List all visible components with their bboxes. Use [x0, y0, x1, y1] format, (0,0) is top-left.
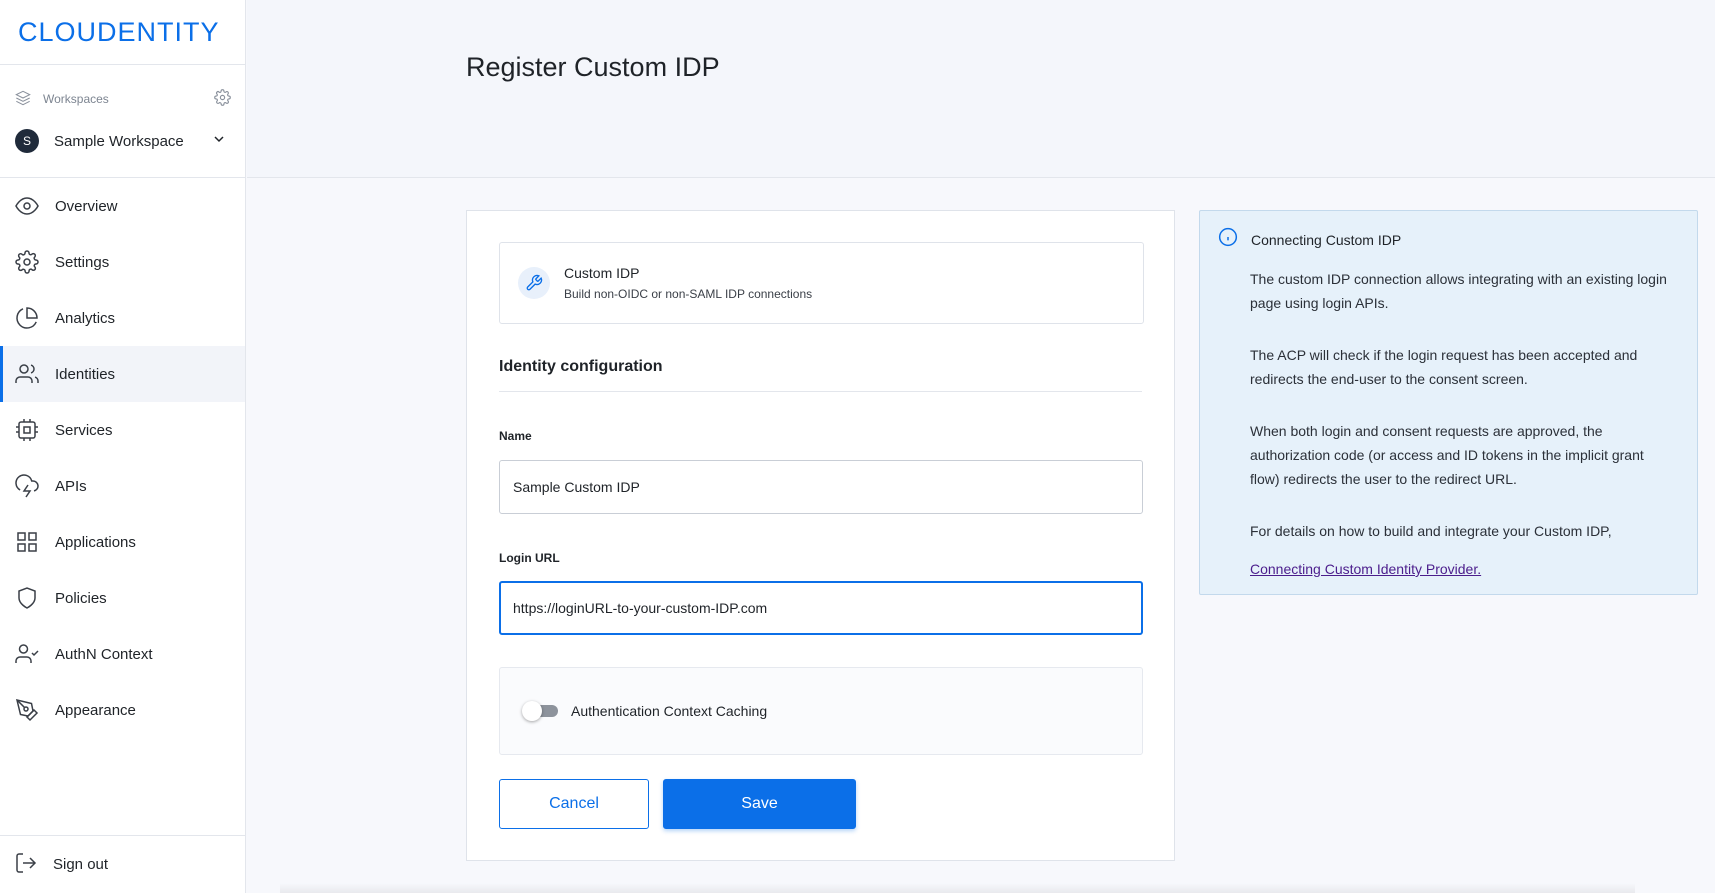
info-icon	[1218, 227, 1238, 252]
form-card: Custom IDP Build non-OIDC or non-SAML ID…	[466, 210, 1175, 861]
idp-type-text: Custom IDP Build non-OIDC or non-SAML ID…	[564, 265, 812, 301]
pen-tool-icon	[14, 697, 40, 723]
shield-icon	[14, 585, 40, 611]
page-header: Register Custom IDP	[247, 0, 1715, 178]
info-header: Connecting Custom IDP	[1218, 227, 1401, 252]
logo-area: CLOUDENTITY	[0, 0, 245, 65]
eye-icon	[14, 193, 40, 219]
sign-out-label: Sign out	[53, 856, 109, 873]
auth-context-caching-label: Authentication Context Caching	[571, 703, 768, 719]
name-label: Name	[499, 429, 532, 443]
section-title: Identity configuration	[499, 358, 663, 375]
sidebar-item-label: AuthN Context	[55, 645, 153, 663]
section-divider	[499, 391, 1142, 392]
sidebar-item-label: Overview	[55, 197, 118, 215]
chip-icon	[14, 417, 40, 443]
sidebar-item-apis[interactable]: APIs	[0, 458, 245, 514]
logo[interactable]: CLOUDENTITY	[18, 17, 220, 48]
sidebar-item-label: Appearance	[55, 701, 136, 719]
info-paragraph: The ACP will check if the login request …	[1250, 347, 1638, 387]
wrench-icon	[518, 267, 550, 299]
page-title: Register Custom IDP	[466, 52, 720, 82]
info-paragraph: The custom IDP connection allows integra…	[1250, 271, 1667, 311]
info-title: Connecting Custom IDP	[1251, 231, 1402, 248]
workspace-avatar: S	[15, 129, 39, 153]
workspace-select[interactable]: S Sample Workspace	[15, 128, 227, 154]
log-out-icon	[14, 851, 38, 879]
sidebar-item-label: Analytics	[55, 309, 116, 327]
users-icon	[14, 361, 40, 387]
idp-type-title: Custom IDP	[564, 265, 640, 281]
info-paragraph: For details on how to build and integrat…	[1250, 523, 1612, 539]
info-panel: Connecting Custom IDP The custom IDP con…	[1199, 210, 1698, 595]
sidebar-item-analytics[interactable]: Analytics	[0, 290, 245, 346]
sidebar-item-services[interactable]: Services	[0, 402, 245, 458]
workspace-settings-gear-icon[interactable]	[214, 89, 231, 109]
sidebar-item-label: Services	[55, 421, 113, 439]
sidebar: CLOUDENTITY Workspaces S Sample Workspac…	[0, 0, 246, 893]
save-button[interactable]: Save	[663, 779, 856, 829]
sidebar-item-applications[interactable]: Applications	[0, 514, 245, 570]
toggle-knob	[522, 701, 542, 721]
sidebar-item-settings[interactable]: Settings	[0, 234, 245, 290]
sidebar-item-appearance[interactable]: Appearance	[0, 682, 245, 738]
sidebar-item-label: Settings	[55, 253, 110, 271]
docs-link[interactable]: Connecting Custom Identity Provider.	[1250, 561, 1481, 577]
login-url-label: Login URL	[499, 551, 560, 565]
chevron-down-icon	[211, 131, 227, 152]
cancel-button[interactable]: Cancel	[499, 779, 649, 829]
sidebar-item-policies[interactable]: Policies	[0, 570, 245, 626]
grid-icon	[14, 529, 40, 555]
sidebar-item-overview[interactable]: Overview	[0, 178, 245, 234]
info-paragraph: When both login and consent requests are…	[1250, 423, 1644, 487]
workspace-name: Sample Workspace	[54, 132, 184, 150]
layers-icon	[15, 90, 31, 109]
sidebar-item-label: APIs	[55, 477, 87, 495]
login-url-input[interactable]	[499, 581, 1143, 635]
idp-type-subtitle: Build non-OIDC or non-SAML IDP connectio…	[564, 287, 813, 301]
sign-out-button[interactable]: Sign out	[0, 835, 245, 893]
sidebar-item-authn-context[interactable]: AuthN Context	[0, 626, 245, 682]
cloud-lightning-icon	[14, 473, 40, 499]
name-input[interactable]	[499, 460, 1143, 514]
info-body: The custom IDP connection allows integra…	[1250, 267, 1677, 581]
workspace-section: Workspaces S Sample Workspace	[0, 65, 245, 178]
idp-type-card: Custom IDP Build non-OIDC or non-SAML ID…	[499, 242, 1144, 324]
sidebar-item-identities[interactable]: Identities	[0, 346, 245, 402]
sidebar-nav: Overview Settings Analytics Identities S…	[0, 178, 245, 738]
user-check-icon	[14, 641, 40, 667]
sidebar-item-label: Identities	[55, 365, 116, 383]
bottom-shadow	[280, 883, 1635, 893]
pie-chart-icon	[14, 305, 40, 331]
gear-icon	[14, 249, 40, 275]
workspaces-label: Workspaces	[43, 92, 109, 106]
auth-context-caching-toggle[interactable]	[522, 701, 558, 721]
auth-context-caching-section: Authentication Context Caching	[499, 667, 1143, 755]
workspace-header: Workspaces	[15, 88, 231, 110]
sidebar-item-label: Applications	[55, 533, 136, 551]
sidebar-item-label: Policies	[55, 589, 107, 607]
